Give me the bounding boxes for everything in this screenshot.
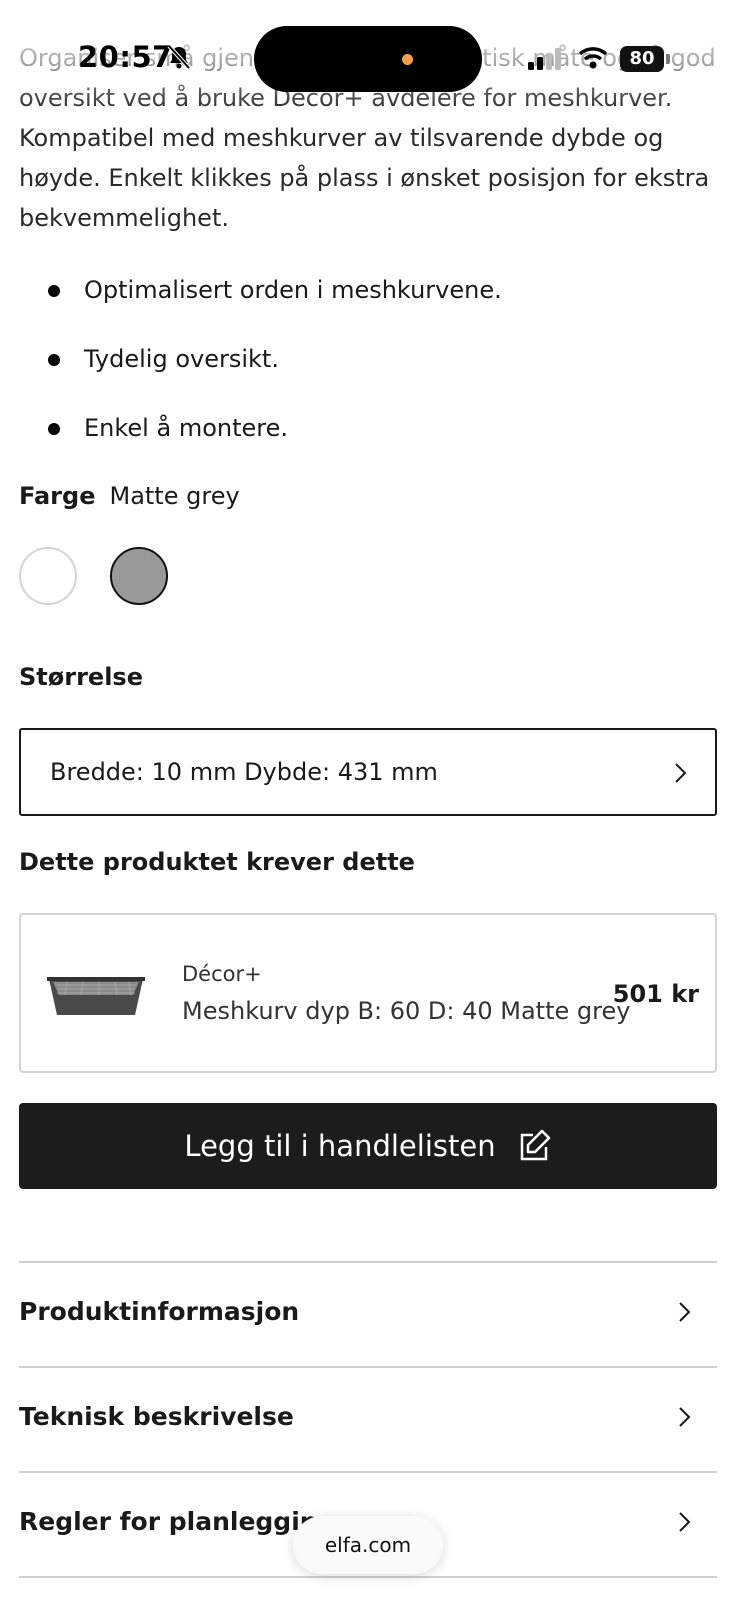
accordion-teknisk-beskrivelse[interactable]: Teknisk beskrivelse [19, 1366, 717, 1470]
feature-item: Tydelig oversikt. [40, 337, 502, 406]
status-bar: 20:57 80 [0, 0, 736, 110]
feature-item: Optimalisert orden i meshkurvene. [40, 268, 502, 337]
feature-list: Optimalisert orden i meshkurvene. Tydeli… [40, 268, 502, 475]
required-product-title: Dette produktet krever dette [19, 848, 415, 876]
size-value: Bredde: 10 mm Dybde: 431 mm [50, 758, 438, 786]
divider [19, 1576, 717, 1578]
accordion-label: Produktinformasjon [19, 1297, 300, 1326]
feature-item: Enkel å montere. [40, 406, 502, 475]
feature-text: Enkel å montere. [84, 414, 288, 442]
dynamic-island [254, 26, 482, 92]
required-product-brand: Décor+ [182, 962, 262, 986]
accordion-produktinformasjon[interactable]: Produktinformasjon [19, 1261, 717, 1365]
chevron-right-icon [679, 1512, 691, 1532]
required-product-card[interactable]: Décor+ Meshkurv dyp B: 60 D: 40 Matte gr… [19, 913, 717, 1073]
chevron-right-icon [679, 1407, 691, 1427]
feature-text: Optimalisert orden i meshkurvene. [84, 276, 502, 304]
selected-color-name: Matte grey [109, 482, 240, 510]
required-product-name: Meshkurv dyp B: 60 D: 40 Matte grey [182, 997, 631, 1025]
add-button-label: Legg til i handlelisten [184, 1129, 496, 1163]
required-product-price: 501 kr [612, 980, 699, 1008]
add-to-shopping-list-button[interactable]: Legg til i handlelisten [19, 1103, 717, 1189]
clock: 20:57 [78, 40, 173, 74]
accordion-label: Teknisk beskrivelse [19, 1402, 294, 1431]
bullet-icon [48, 354, 60, 366]
color-label: Farge [19, 482, 96, 510]
battery-icon: 80 [620, 46, 664, 72]
size-label: Størrelse [19, 663, 143, 691]
color-selection-header: Farge Matte grey [19, 482, 240, 510]
bell-off-icon [167, 44, 191, 70]
feature-text: Tydelig oversikt. [84, 345, 279, 373]
accordion-label: Regler for planlegging [19, 1507, 336, 1536]
wifi-icon [578, 47, 608, 69]
chevron-right-icon [679, 1302, 691, 1322]
bullet-icon [48, 423, 60, 435]
color-swatch-white[interactable] [19, 547, 77, 605]
signal-icon [528, 48, 561, 70]
mesh-basket-image [47, 977, 145, 1015]
edit-icon [520, 1129, 550, 1161]
chevron-right-icon [675, 763, 687, 783]
size-selector[interactable]: Bredde: 10 mm Dybde: 431 mm [19, 728, 717, 816]
browser-url-pill[interactable]: elfa.com [293, 1516, 443, 1574]
color-swatch-matte-grey[interactable] [110, 547, 168, 605]
battery-cap [666, 54, 670, 64]
privacy-indicator-dot [402, 54, 413, 65]
bullet-icon [48, 285, 60, 297]
